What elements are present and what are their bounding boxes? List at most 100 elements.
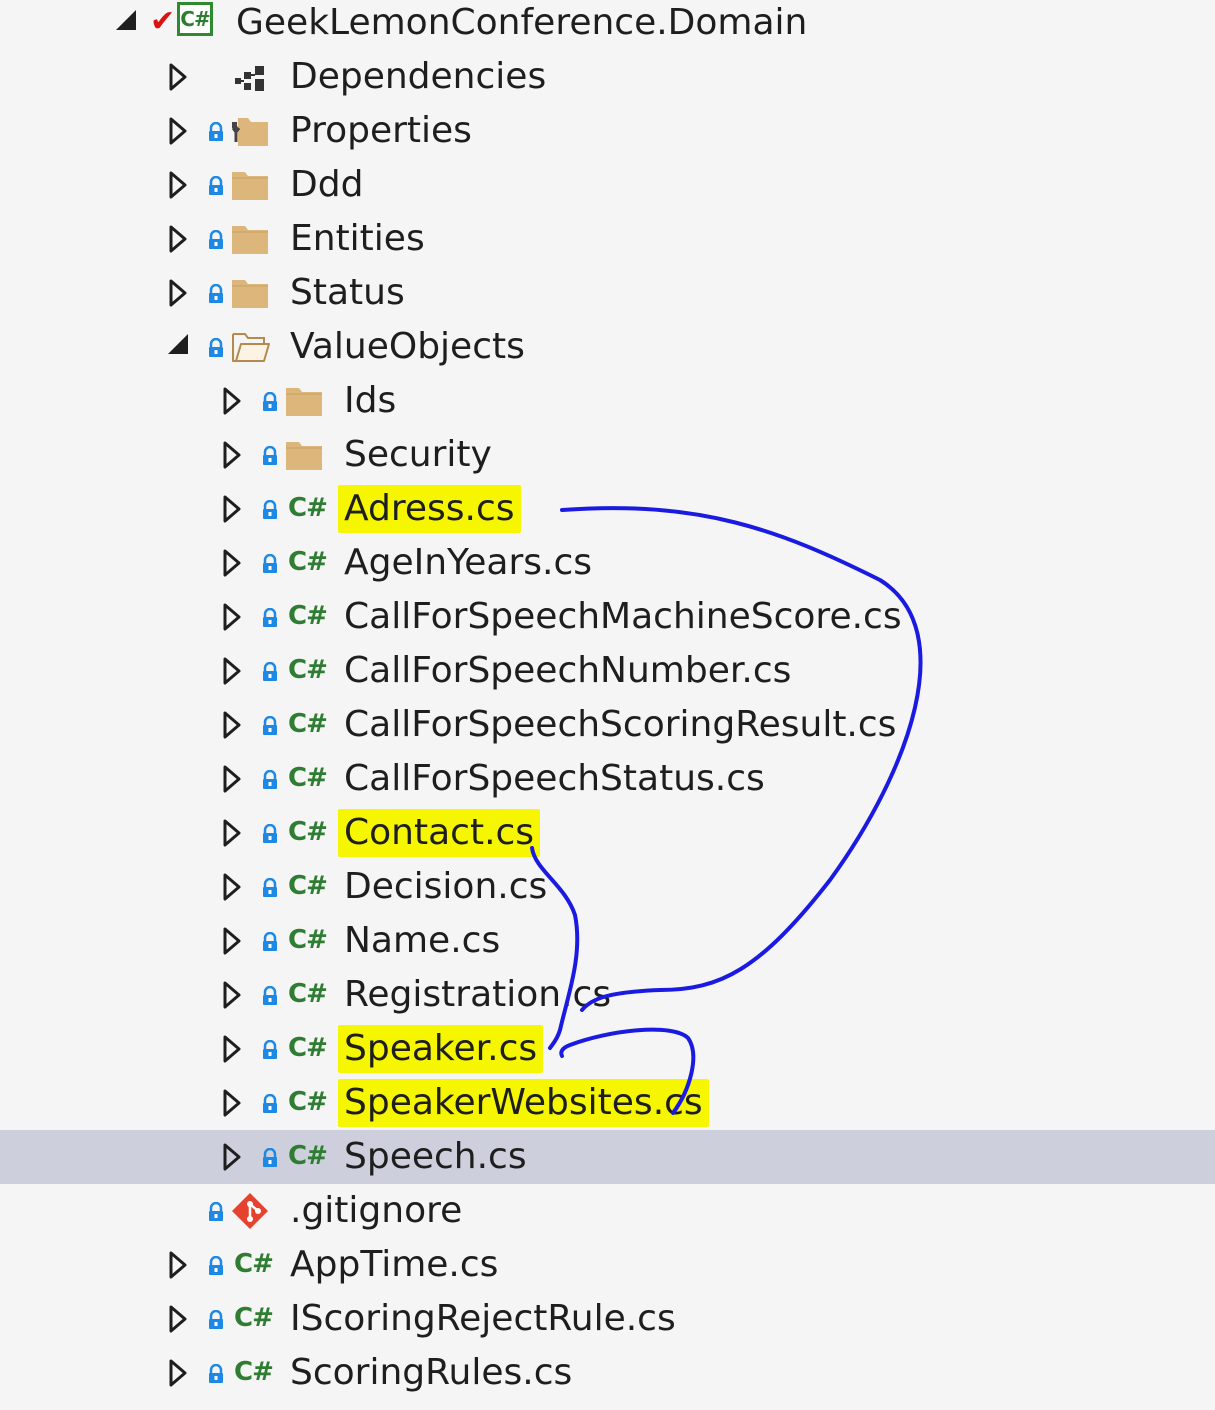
- project-name: GeekLemonConference.Domain: [236, 2, 808, 43]
- properties-folder-icon: [230, 112, 270, 150]
- tree-row[interactable]: C# CallForSpeechStatus.cs: [0, 752, 1215, 806]
- lock-icon: [207, 284, 225, 304]
- folder-icon: [230, 220, 270, 258]
- csharp-file-icon: C#: [288, 1087, 328, 1117]
- expand-arrow-icon[interactable]: [168, 171, 188, 199]
- expand-arrow-icon[interactable]: [222, 549, 242, 577]
- expand-arrow-icon[interactable]: [222, 1143, 242, 1171]
- csharp-file-icon: C#: [288, 763, 328, 793]
- tree-item-label: Entities: [290, 218, 425, 259]
- tree-row[interactable]: C# IScoringRejectRule.cs: [0, 1292, 1215, 1346]
- tree-row[interactable]: ValueObjects: [0, 320, 1215, 374]
- lock-icon: [207, 230, 225, 250]
- folder-icon: [230, 274, 270, 312]
- tree-row[interactable]: Entities: [0, 212, 1215, 266]
- expand-arrow-icon[interactable]: [168, 1251, 188, 1279]
- lock-icon: [207, 1310, 225, 1330]
- csharp-project-icon: C#: [177, 2, 213, 36]
- expand-arrow-icon[interactable]: [222, 819, 242, 847]
- tree-row[interactable]: C# Adress.cs: [0, 482, 1215, 536]
- tree-item-label: ValueObjects: [290, 326, 525, 367]
- tree-item-label: SpeakerWebsites.cs: [338, 1079, 709, 1127]
- tree-row[interactable]: C# ScoringRules.cs: [0, 1346, 1215, 1400]
- expand-arrow-icon[interactable]: [222, 927, 242, 955]
- expand-arrow-icon[interactable]: [222, 1089, 242, 1117]
- lock-icon: [261, 446, 279, 466]
- lock-icon: [261, 932, 279, 952]
- lock-icon: [261, 878, 279, 898]
- tree-row[interactable]: C# CallForSpeechNumber.cs: [0, 644, 1215, 698]
- tree-item-label: Ids: [344, 380, 397, 421]
- expand-arrow-icon[interactable]: [222, 603, 242, 631]
- collapse-arrow-icon[interactable]: [168, 334, 188, 354]
- tree-row[interactable]: C# CallForSpeechScoringResult.cs: [0, 698, 1215, 752]
- csharp-file-icon: C#: [288, 871, 328, 901]
- csharp-file-icon: C#: [288, 493, 328, 523]
- expand-arrow-icon[interactable]: [222, 495, 242, 523]
- expand-arrow-icon[interactable]: [168, 117, 188, 145]
- tree-row[interactable]: C# Speech.cs: [0, 1130, 1215, 1184]
- solution-explorer-tree: ✔ C# GeekLemonConference.Domain Dependen…: [0, 0, 1215, 1410]
- expand-arrow-icon[interactable]: [168, 1305, 188, 1333]
- expand-arrow-icon[interactable]: [222, 1035, 242, 1063]
- lock-icon: [207, 122, 225, 142]
- tree-row[interactable]: Security: [0, 428, 1215, 482]
- tree-row[interactable]: .gitignore: [0, 1184, 1215, 1238]
- csharp-file-icon: C#: [288, 925, 328, 955]
- expand-arrow-icon[interactable]: [168, 1359, 188, 1387]
- lock-icon: [261, 716, 279, 736]
- lock-icon: [261, 662, 279, 682]
- expand-arrow-icon[interactable]: [168, 279, 188, 307]
- lock-icon: [261, 608, 279, 628]
- expand-arrow-icon[interactable]: [222, 711, 242, 739]
- tree-row[interactable]: C# Speaker.cs: [0, 1022, 1215, 1076]
- expand-arrow-icon[interactable]: [222, 765, 242, 793]
- expand-arrow-icon[interactable]: [168, 225, 188, 253]
- lock-icon: [207, 176, 225, 196]
- csharp-file-icon: C#: [288, 817, 328, 847]
- tree-row[interactable]: C# SpeakerWebsites.cs: [0, 1076, 1215, 1130]
- tree-item-label: Speaker.cs: [338, 1025, 544, 1073]
- lock-icon: [261, 554, 279, 574]
- tree-row[interactable]: Status: [0, 266, 1215, 320]
- tree-item-label: Security: [344, 434, 492, 475]
- tree-item-label: Contact.cs: [338, 809, 541, 857]
- tree-row[interactable]: C# AppTime.cs: [0, 1238, 1215, 1292]
- expand-arrow-icon[interactable]: [168, 63, 188, 91]
- tree-row[interactable]: C# Registration.cs: [0, 968, 1215, 1022]
- tree-item-label: .gitignore: [290, 1190, 463, 1231]
- tree-item-label: Decision.cs: [344, 866, 548, 907]
- dependencies-icon: [230, 58, 270, 96]
- lock-icon: [261, 1094, 279, 1114]
- tree-row[interactable]: C# CallForSpeechMachineScore.cs: [0, 590, 1215, 644]
- expand-arrow-icon[interactable]: [222, 387, 242, 415]
- git-icon: [230, 1192, 270, 1230]
- expand-arrow-icon[interactable]: [222, 981, 242, 1009]
- tree-row[interactable]: C# Decision.cs: [0, 860, 1215, 914]
- lock-icon: [261, 824, 279, 844]
- lock-icon: [261, 500, 279, 520]
- tree-row[interactable]: C# Name.cs: [0, 914, 1215, 968]
- expand-arrow-icon[interactable]: [222, 657, 242, 685]
- tree-item-label: Dependencies: [290, 56, 547, 97]
- expand-arrow-icon[interactable]: [222, 873, 242, 901]
- lock-icon: [261, 770, 279, 790]
- tree-item-label: Name.cs: [344, 920, 501, 961]
- expand-arrow-icon[interactable]: [222, 441, 242, 469]
- tree-row[interactable]: Ids: [0, 374, 1215, 428]
- csharp-file-icon: C#: [288, 655, 328, 685]
- tree-item-label: Status: [290, 272, 405, 313]
- tree-row[interactable]: Dependencies: [0, 50, 1215, 104]
- tree-row[interactable]: C# AgeInYears.cs: [0, 536, 1215, 590]
- tree-row[interactable]: C# Contact.cs: [0, 806, 1215, 860]
- tree-row-project[interactable]: ✔ C# GeekLemonConference.Domain: [0, 0, 1215, 50]
- tree-row[interactable]: Ddd: [0, 158, 1215, 212]
- check-icon: ✔: [150, 4, 176, 39]
- tree-item-label: Adress.cs: [338, 485, 521, 533]
- folder-icon: [230, 166, 270, 204]
- lock-icon: [207, 1256, 225, 1276]
- tree-row[interactable]: Properties: [0, 104, 1215, 158]
- collapse-arrow-icon[interactable]: [116, 10, 136, 30]
- tree-item-label: Ddd: [290, 164, 364, 205]
- csharp-file-icon: C#: [288, 979, 328, 1009]
